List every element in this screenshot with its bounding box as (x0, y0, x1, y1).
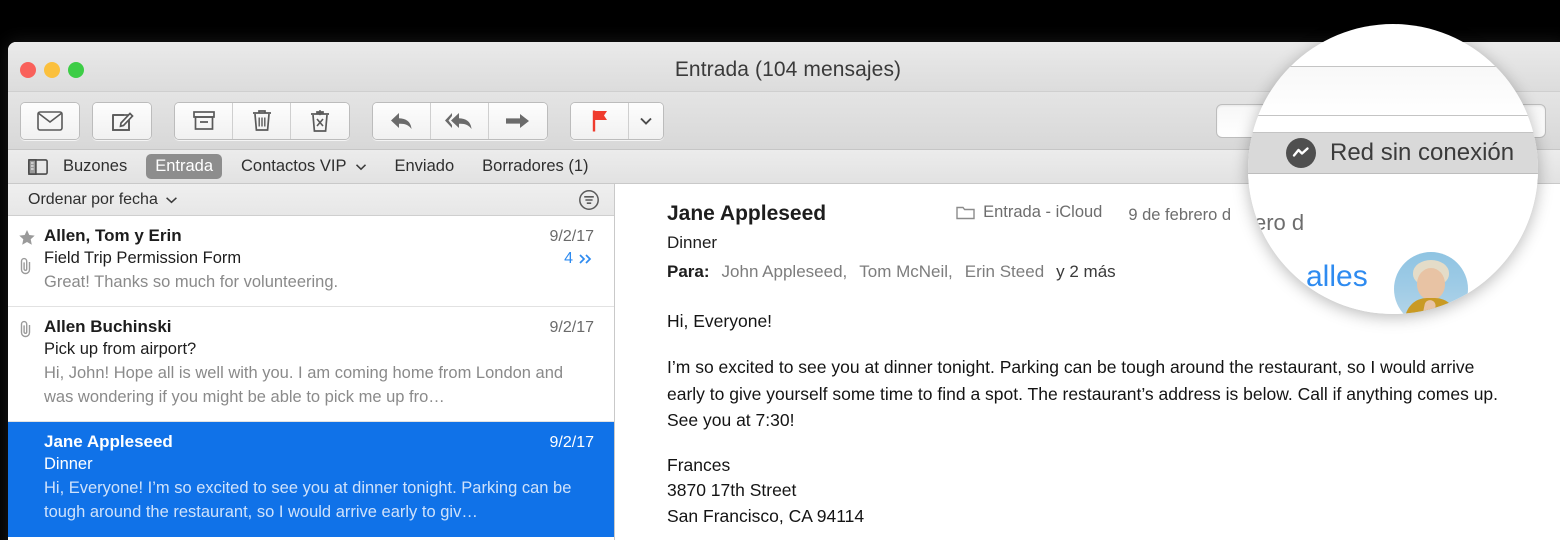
message-preview: Hi, John! Hope all is well with you. I a… (44, 364, 564, 406)
chevron-down-icon (355, 163, 366, 170)
sidebar-icon (28, 158, 48, 175)
magnified-details-link[interactable]: alles (1306, 260, 1368, 294)
more-recipients[interactable]: y 2 más (1056, 262, 1116, 282)
reply-button[interactable] (373, 102, 431, 139)
file-actions-group (174, 101, 350, 140)
magnifier-callout: Ca Red sin conexión ero d alles (1248, 24, 1538, 314)
sidebar-item-contactos-vip[interactable]: Contactos VIP (232, 154, 375, 179)
thread-count-value: 4 (564, 250, 573, 267)
get-mail-button[interactable] (21, 102, 79, 139)
message-date: 9/2/17 (549, 434, 594, 452)
sidebar-toggle-button[interactable] (28, 158, 48, 175)
flag-menu-button[interactable] (629, 102, 663, 139)
message-body: Hi, Everyone! I’m so excited to see you … (615, 282, 1560, 529)
reply-all-icon (444, 112, 471, 129)
reply-icon (390, 112, 411, 129)
message-list-item[interactable]: Allen Buchinski 9/2/17 Pick up from airp… (8, 307, 614, 423)
message-sender: Jane Appleseed (44, 432, 173, 452)
message-list-pane: Ordenar por fecha Allen, Tom y Erin 9/2/… (8, 184, 615, 540)
message-sender: Allen, Tom y Erin (44, 226, 182, 245)
chevron-down-icon (640, 117, 652, 125)
sort-button[interactable]: Ordenar por fecha (28, 191, 178, 209)
compose-icon (112, 111, 134, 131)
filter-button[interactable] (578, 189, 600, 211)
delete-button[interactable] (233, 102, 291, 139)
filter-icon (579, 189, 599, 210)
compose-group (92, 101, 152, 140)
message-subject: Field Trip Permission Form (44, 249, 242, 267)
offline-bolt-icon (1286, 138, 1316, 168)
trash-icon (252, 109, 271, 131)
star-icon (18, 229, 36, 252)
sort-bar: Ordenar por fecha (8, 184, 614, 216)
junk-button[interactable] (291, 102, 349, 139)
flag-icon (592, 110, 607, 131)
mail-actions-group (20, 101, 80, 140)
flag-button[interactable] (571, 102, 629, 139)
message-from: Jane Appleseed (667, 202, 827, 225)
forward-button[interactable] (489, 102, 547, 139)
recipient[interactable]: Tom McNeil, (859, 262, 953, 282)
sidebar-item-entrada[interactable]: Entrada (146, 154, 223, 179)
attachment-icon (18, 257, 34, 280)
message-mailbox: Entrada - iCloud (956, 203, 1102, 222)
signature-city: San Francisco, CA 94114 (667, 505, 865, 526)
double-chevron-right-icon (579, 254, 592, 264)
message-date: 9/2/17 (549, 228, 594, 245)
archive-icon (192, 110, 215, 130)
reply-actions-group (372, 101, 548, 140)
to-label: Para: (667, 262, 710, 281)
signature-name: Frances (667, 455, 731, 475)
offline-status-bar: Red sin conexión (1248, 132, 1538, 174)
message-subject: Dinner (44, 455, 93, 474)
magnified-search-text: Ca (1248, 82, 1254, 116)
magnified-reading-pane: ero d alles (1248, 174, 1538, 314)
body-paragraph: I’m so excited to see you at dinner toni… (667, 357, 1499, 430)
message-list-item[interactable]: Allen, Tom y Erin 9/2/17 Field Trip Perm… (8, 216, 614, 308)
message-list-item-selected[interactable]: Jane Appleseed 9/2/17 Dinner Hi, Everyon… (8, 422, 614, 538)
sidebar-item-label: Contactos VIP (241, 157, 347, 175)
attachment-icon (18, 320, 34, 343)
message-sender: Allen Buchinski (44, 317, 172, 337)
mailbox-name: Entrada - iCloud (983, 202, 1103, 221)
recipient[interactable]: Erin Steed (965, 262, 1044, 282)
message-datetime: 9 de febrero d (1128, 206, 1232, 224)
folder-icon (956, 206, 975, 220)
message-subject: Pick up from airport? (44, 340, 197, 359)
junk-icon (311, 109, 329, 132)
sidebar-item-borradores[interactable]: Borradores (1) (473, 154, 597, 179)
magnified-search-field (1248, 66, 1538, 116)
sort-label: Ordenar por fecha (28, 190, 158, 208)
compose-button[interactable] (93, 102, 151, 139)
flag-group (570, 101, 664, 140)
magnified-date-partial: ero d (1254, 210, 1305, 235)
sidebar-item-buzones[interactable]: Buzones (54, 154, 136, 179)
thread-count[interactable]: 4 (564, 250, 594, 268)
envelope-icon (37, 110, 63, 131)
recipient[interactable]: John Appleseed, (722, 262, 848, 282)
signature-street: 3870 17th Street (667, 480, 797, 501)
chevron-down-icon (165, 196, 177, 203)
message-preview: Hi, Everyone! I’m so excited to see you … (44, 479, 572, 521)
message-preview: Great! Thanks so much for volunteering. (44, 273, 339, 291)
archive-button[interactable] (175, 102, 233, 139)
reply-all-button[interactable] (431, 102, 489, 139)
forward-icon (506, 113, 529, 128)
magnified-avatar (1394, 252, 1468, 314)
message-date: 9/2/17 (549, 319, 594, 337)
screenshot-root: Entrada (104 mensajes) Buzones Entrada C… (0, 0, 1560, 540)
sidebar-item-enviado[interactable]: Enviado (386, 154, 464, 179)
offline-status-label: Red sin conexión (1330, 139, 1515, 166)
